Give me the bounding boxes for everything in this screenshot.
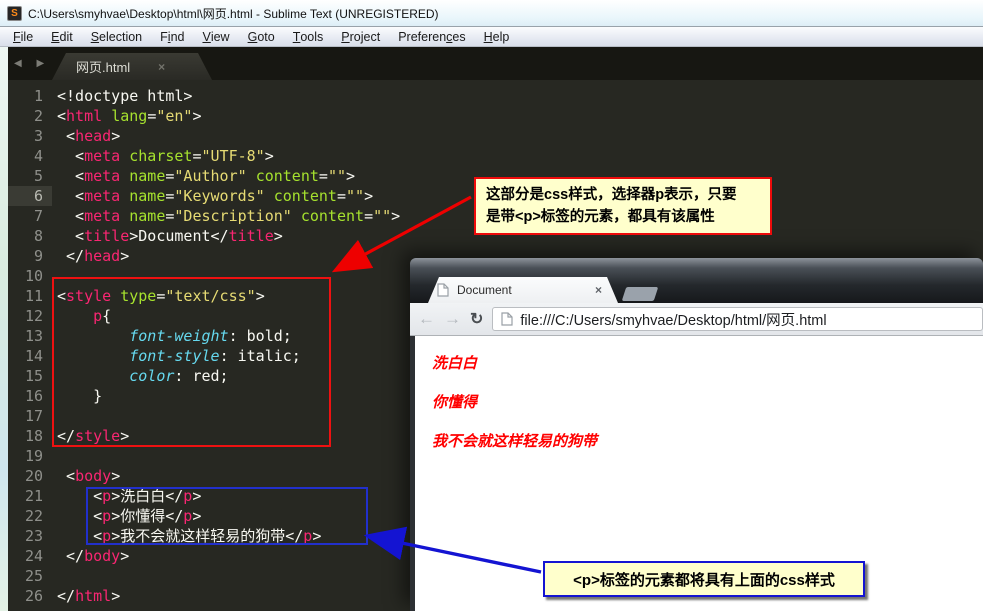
new-tab-button[interactable] <box>621 287 659 301</box>
tab-label: 网页.html <box>76 60 131 75</box>
reload-button[interactable]: ↻ <box>470 309 483 329</box>
line-number: 14 <box>24 347 43 365</box>
css-explanation-note: 这部分是css样式，选择器p表示，只要 是带<p>标签的元素，都具有该属性 <box>474 177 772 235</box>
menu-selection[interactable]: Selection <box>82 27 151 46</box>
line-number: 4 <box>33 147 43 165</box>
line-number: 1 <box>33 87 43 105</box>
line-number: 25 <box>24 567 43 585</box>
window-border-glass <box>0 47 8 611</box>
rendered-paragraph: 洗白白 <box>432 354 478 372</box>
screen: S C:\Users\smyhvae\Desktop\html\网页.html … <box>0 0 983 611</box>
line-number: 24 <box>24 547 43 565</box>
tab-webpage-html[interactable]: 网页.html × <box>52 53 212 80</box>
code-line[interactable]: 2 <html lang="en"> <box>8 106 983 126</box>
tab-scroll-arrows-icon[interactable]: ◀ ▶ <box>14 58 50 69</box>
browser-tab-close-icon[interactable]: × <box>595 283 602 297</box>
line-number: 26 <box>24 587 43 605</box>
menu-help[interactable]: Help <box>475 27 519 46</box>
menu-file[interactable]: File <box>4 27 42 46</box>
note-text: <p>标签的元素都将具有上面的css样式 <box>573 571 835 589</box>
code-line[interactable]: 3 <head> <box>8 126 983 146</box>
code-line[interactable]: 1 <!doctype html> <box>8 86 983 106</box>
editor-tabbar: ◀ ▶ 网页.html × <box>8 47 983 80</box>
menu-goto[interactable]: Goto <box>239 27 284 46</box>
menu-edit[interactable]: Edit <box>42 27 82 46</box>
line-number: 16 <box>24 387 43 405</box>
sublime-titlebar: S C:\Users\smyhvae\Desktop\html\网页.html … <box>0 0 983 27</box>
css-style-highlight-box <box>52 277 331 447</box>
rendered-paragraph: 你懂得 <box>432 393 478 411</box>
forward-button[interactable]: → <box>444 309 461 329</box>
browser-tab-document[interactable]: Document × <box>428 277 618 303</box>
rendered-paragraph: 我不会就这样轻易的狗带 <box>432 432 598 450</box>
line-number: 8 <box>33 227 43 245</box>
line-number: 19 <box>24 447 43 465</box>
line-number: 21 <box>24 487 43 505</box>
line-number: 15 <box>24 367 43 385</box>
address-bar[interactable]: file:///C:/Users/smyhvae/Desktop/html/网页… <box>492 307 983 331</box>
menu-find[interactable]: Fi nd <box>151 27 193 46</box>
line-number: 2 <box>33 107 43 125</box>
browser-window: Document × ← → ↻ file:///C:/Users/smyhva… <box>410 258 983 611</box>
line-number: 6 <box>8 186 52 206</box>
line-number: 7 <box>33 207 43 225</box>
line-number: 17 <box>24 407 43 425</box>
url-text: file:///C:/Users/smyhvae/Desktop/html/网页… <box>520 312 827 329</box>
line-number: 10 <box>24 267 43 285</box>
code-line[interactable]: 4 <meta charset="UTF-8"> <box>8 146 983 166</box>
line-number: 9 <box>33 247 43 265</box>
menu-tools[interactable]: Tools <box>284 27 333 46</box>
line-number: 5 <box>33 167 43 185</box>
browser-toolbar: ← → ↻ file:///C:/Users/smyhvae/Desktop/h… <box>410 303 983 336</box>
menubar: File Edit Selection Fi nd View Goto Tools Projec… <box>0 27 983 47</box>
line-number: 22 <box>24 507 43 525</box>
menu-preferences[interactable]: Preferen c es <box>389 27 474 46</box>
browser-frame[interactable]: Document × <box>410 258 983 303</box>
tab-close-icon[interactable]: × <box>158 60 165 74</box>
page-icon <box>501 312 514 326</box>
note-line: 是带<p>标签的元素，都具有该属性 <box>486 209 715 225</box>
line-number: 18 <box>24 427 43 445</box>
menu-view[interactable]: View <box>193 27 238 46</box>
p-tags-highlight-box <box>86 487 368 545</box>
line-number: 12 <box>24 307 43 325</box>
browser-tab-title: Document <box>457 283 512 297</box>
page-icon <box>437 283 449 297</box>
sublime-app-icon: S <box>7 5 22 21</box>
line-number: 11 <box>24 287 43 305</box>
note-line: 这部分是css样式，选择器p表示，只要 <box>486 187 737 203</box>
window-title: C:\Users\smyhvae\Desktop\html\网页.html - … <box>28 6 439 21</box>
line-number: 13 <box>24 327 43 345</box>
p-tag-explanation-note: <p>标签的元素都将具有上面的css样式 <box>543 561 865 597</box>
menu-project[interactable]: Project <box>332 27 389 46</box>
line-number: 23 <box>24 527 43 545</box>
line-number: 20 <box>24 467 43 485</box>
back-button[interactable]: ← <box>418 309 435 329</box>
line-number: 3 <box>33 127 43 145</box>
